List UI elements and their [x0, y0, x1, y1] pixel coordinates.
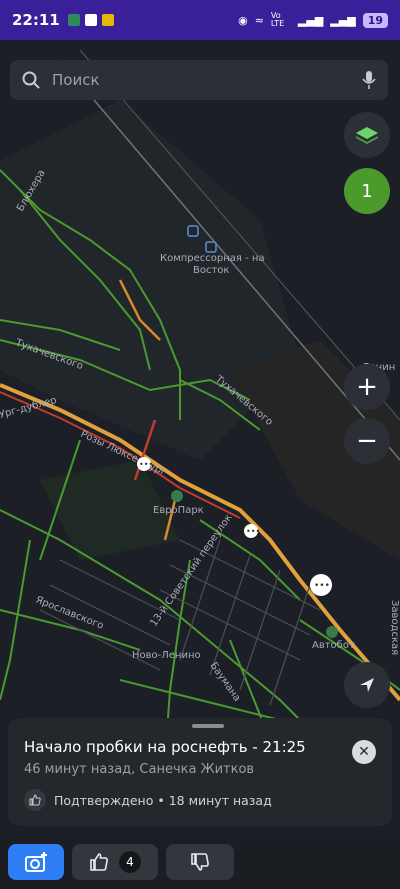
traffic-level-button[interactable]: 1	[344, 168, 390, 214]
event-title: Начало пробки на роснефть - 21:25	[24, 738, 306, 756]
svg-text:•••: •••	[246, 527, 260, 536]
layers-button[interactable]	[344, 112, 390, 158]
street-label: Компрессорная - на	[160, 253, 265, 264]
search-input[interactable]: Поиск	[52, 71, 362, 89]
district-label: Ново-Ленино	[132, 650, 201, 661]
event-marker-icon[interactable]: •••	[244, 524, 260, 538]
search-bar[interactable]: Поиск	[10, 60, 388, 100]
thumbs-down-icon	[191, 853, 209, 871]
place-label: Автобот	[312, 640, 355, 651]
like-count: 4	[119, 851, 141, 873]
street-label: Восток	[193, 265, 229, 276]
street-label: Заводская	[389, 600, 400, 655]
like-button[interactable]: 4	[72, 844, 158, 880]
thumbs-up-icon	[90, 853, 108, 871]
battery-indicator: 19	[362, 12, 388, 28]
add-photo-button[interactable]	[8, 844, 64, 880]
app-icon	[101, 14, 114, 26]
bottom-action-bar: 4	[0, 840, 400, 889]
event-marker-selected-icon[interactable]: •••	[310, 574, 332, 596]
svg-text:•••: •••	[314, 581, 330, 591]
mall-icon[interactable]	[171, 490, 183, 502]
status-bar: 22:11 ◉ ≈ Vo LTE ▂▄▆ ▂▄▆ 19	[0, 0, 400, 40]
status-time: 22:11	[12, 11, 60, 29]
confirmation-row: Подтверждено • 18 минут назад	[24, 789, 376, 811]
dislike-button[interactable]	[166, 844, 234, 880]
locate-me-button[interactable]	[344, 662, 390, 708]
message-icon	[84, 14, 97, 26]
camera-add-icon	[25, 852, 47, 872]
signal-icon: ▂▄▆	[297, 13, 324, 27]
zoom-in-button[interactable]: +	[344, 364, 390, 410]
search-icon	[22, 71, 40, 89]
poi-icon[interactable]	[326, 626, 338, 638]
zoom-out-button[interactable]: −	[344, 418, 390, 464]
thumbs-up-icon	[24, 789, 46, 811]
wifi-icon: ≈	[254, 13, 264, 27]
close-icon: ✕	[358, 744, 370, 760]
event-subtitle: 46 минут назад, Санечка Житков	[24, 762, 255, 777]
microphone-icon[interactable]	[362, 70, 376, 90]
close-button[interactable]: ✕	[352, 740, 376, 764]
event-card[interactable]: Начало пробки на роснефть - 21:25 46 мин…	[8, 718, 392, 826]
status-indicators: ◉ ≈ Vo LTE ▂▄▆ ▂▄▆ 19	[238, 12, 388, 28]
signal-icon-2: ▂▄▆	[330, 13, 356, 27]
navigation-arrow-icon	[360, 678, 374, 692]
notification-icon	[67, 14, 80, 26]
place-label: ЕвроПарк	[153, 505, 204, 516]
event-marker-icon[interactable]: •••	[137, 457, 153, 471]
location-icon: ◉	[238, 13, 248, 27]
confirmation-text: Подтверждено • 18 минут назад	[54, 792, 272, 808]
drag-handle[interactable]	[192, 724, 224, 728]
network-label: Vo LTE	[270, 11, 285, 28]
svg-text:•••: •••	[139, 460, 153, 469]
layers-icon	[356, 127, 378, 144]
